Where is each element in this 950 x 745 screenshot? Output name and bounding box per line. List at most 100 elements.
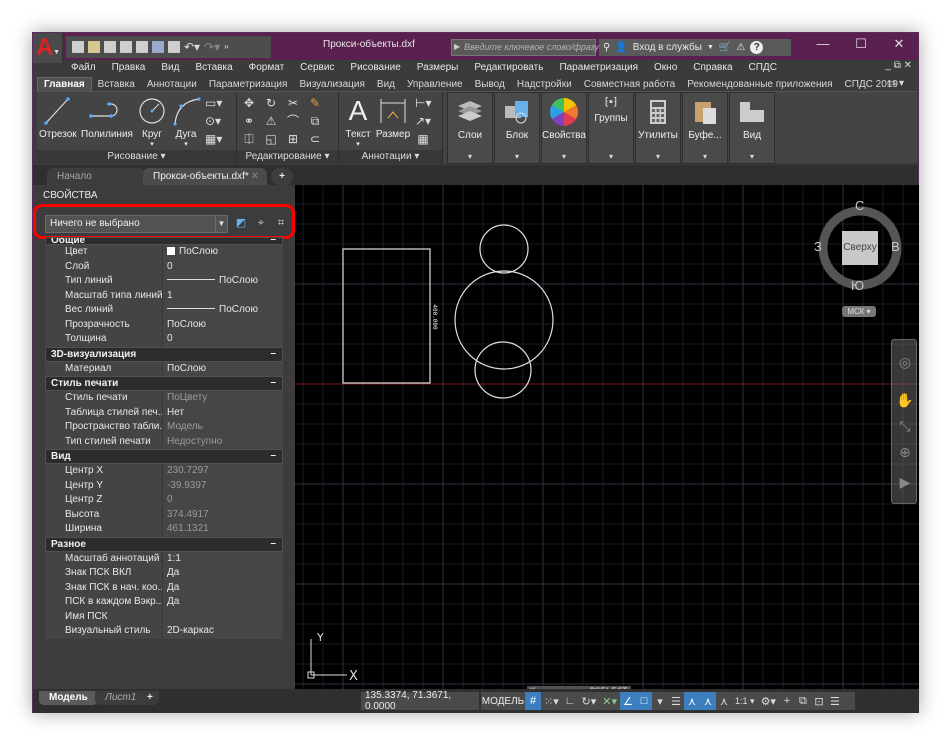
groups-panel[interactable]: ⁅▪⁆ Группы ▾ xyxy=(588,92,634,164)
menu-tools[interactable]: Сервис xyxy=(292,62,342,73)
menu-spds[interactable]: СПДС xyxy=(741,62,785,73)
menu-file[interactable]: Файл xyxy=(63,62,104,73)
object-snap-icon[interactable]: □ xyxy=(636,692,653,710)
autodesk-a360-icon[interactable]: ⚠ xyxy=(736,42,745,53)
save-web-icon[interactable] xyxy=(152,41,164,53)
property-row[interactable]: Вес линий ПоСлою xyxy=(45,303,283,318)
property-row[interactable]: Визуальный стиль 2D-каркас xyxy=(45,624,283,639)
ribbon-tab-insert[interactable]: Вставка xyxy=(92,78,141,91)
customize-menu-icon[interactable]: ☰ xyxy=(827,692,843,710)
hatch-icon[interactable]: ▦▾ xyxy=(205,132,222,146)
stretch-icon[interactable]: ⎅ xyxy=(241,132,257,146)
ortho-icon[interactable]: ∟ xyxy=(562,692,579,710)
menu-insert[interactable]: Вставка xyxy=(187,62,240,73)
menu-modify[interactable]: Редактировать xyxy=(466,62,551,73)
annotation-visibility-icon[interactable]: ⋏ xyxy=(684,692,701,710)
grid-toggle-icon[interactable]: # xyxy=(525,692,541,710)
viewcube-north[interactable]: С xyxy=(855,198,864,213)
drawing-area[interactable]: 400.000 Y X С З В Ю Сверху МСК ▾ ◎ ✋ ⤡ ⊕… xyxy=(295,185,919,689)
property-row[interactable]: ПСК в каждом Вэкр... Да xyxy=(45,595,283,610)
lineweight-icon[interactable]: ☰ xyxy=(668,692,684,710)
help-icon[interactable]: ? xyxy=(750,41,764,54)
dimension-tool[interactable]: Размер xyxy=(375,96,411,140)
property-row[interactable]: Центр X 230.7297 xyxy=(45,464,283,479)
scale-icon[interactable]: ◱ xyxy=(263,132,279,146)
rectangle-icon[interactable]: ▭▾ xyxy=(205,96,222,110)
property-row[interactable]: Масштаб типа линий 1 xyxy=(45,288,283,303)
property-row[interactable]: Имя ПСК xyxy=(45,609,283,624)
pan-icon[interactable]: ✋ xyxy=(892,392,918,409)
trim-icon[interactable]: ✂ xyxy=(285,96,301,110)
steering-wheel-icon[interactable]: ◎ xyxy=(892,354,918,371)
property-row[interactable]: Материал ПоСлою xyxy=(45,361,283,376)
ribbon-tab-view[interactable]: Вид xyxy=(371,78,401,91)
polar-tracking-icon[interactable]: ↻▾ xyxy=(579,692,600,710)
modify-panel-title[interactable]: Редактирование ▾ xyxy=(237,150,338,164)
property-row[interactable]: Знак ПСК ВКЛ Да xyxy=(45,566,283,581)
property-row[interactable]: Цвет ПоСлою xyxy=(45,245,283,260)
user-icon[interactable]: 👤 xyxy=(615,42,627,53)
open-web-icon[interactable] xyxy=(136,41,148,53)
erase-icon[interactable]: ✎ xyxy=(307,96,323,110)
property-row[interactable]: Тип стилей печати Недоступно xyxy=(45,434,283,449)
leader-icon[interactable]: ↗▾ xyxy=(415,114,431,128)
ribbon-tab-manage[interactable]: Управление xyxy=(401,78,469,91)
layout-tab-sheet1[interactable]: Лист1 xyxy=(95,691,147,705)
menu-parametric[interactable]: Параметризация xyxy=(551,62,646,73)
snap-icon[interactable]: ⁙▾ xyxy=(541,692,562,710)
file-tab-start[interactable]: Начало xyxy=(47,168,145,185)
draw-panel-title[interactable]: Рисование ▾ xyxy=(37,150,236,164)
offset-icon[interactable]: ⊂ xyxy=(307,132,323,146)
undo-icon[interactable]: ↶▾ xyxy=(184,41,200,53)
linear-dim-icon[interactable]: ⊢▾ xyxy=(415,96,431,110)
menu-dimension[interactable]: Размеры xyxy=(409,62,467,73)
isodraft-icon[interactable]: ✕▾ xyxy=(599,692,620,710)
annotation-panel-title[interactable]: Аннотации ▾ xyxy=(339,150,442,164)
isolate-objects-icon[interactable]: ⧉ xyxy=(795,692,811,710)
property-row[interactable]: Масштаб аннотаций 1:1 xyxy=(45,551,283,566)
ellipse-icon[interactable]: ⊙▾ xyxy=(205,114,221,128)
clean-screen-icon[interactable]: ⊡ xyxy=(811,692,827,710)
section-general[interactable]: Общие – xyxy=(45,237,283,245)
ribbon-tab-output[interactable]: Вывод xyxy=(469,78,511,91)
menu-draw[interactable]: Рисование xyxy=(342,62,408,73)
mirror-icon[interactable]: ⚠ xyxy=(263,114,279,128)
menu-view[interactable]: Вид xyxy=(153,62,187,73)
property-row[interactable]: Таблица стилей печ... Нет xyxy=(45,405,283,420)
add-layout-button[interactable]: + xyxy=(141,691,159,705)
section-view[interactable]: Вид – xyxy=(45,449,283,464)
layers-panel[interactable]: Слои ▾ xyxy=(447,92,493,164)
document-window-controls[interactable]: _ ⧉ ✕ xyxy=(885,60,912,71)
maximize-button[interactable]: ☐ xyxy=(842,33,880,57)
arc-tool[interactable]: Дуга ▾ xyxy=(171,96,201,148)
signin-button[interactable]: Вход в службы xyxy=(633,42,702,53)
text-tool[interactable]: A Текст ▾ xyxy=(343,96,373,149)
workspace-gear-icon[interactable]: ⚙▾ xyxy=(758,692,779,710)
property-row[interactable]: Стиль печати ПоЦвету xyxy=(45,391,283,406)
property-row[interactable]: Знак ПСК в нач. коо... Да xyxy=(45,580,283,595)
close-tab-icon[interactable]: ✕ xyxy=(251,168,259,185)
property-row[interactable]: Высота 374.4917 xyxy=(45,507,283,522)
showmotion-icon[interactable]: ▶ xyxy=(892,474,918,491)
property-row[interactable]: Центр Z0 xyxy=(45,493,283,508)
zoom-icon[interactable]: ⤡ xyxy=(892,418,918,435)
more-icon[interactable]: » xyxy=(224,41,228,53)
model-space-toggle[interactable]: МОДЕЛЬ xyxy=(481,692,525,710)
cart-icon[interactable]: 🛒 xyxy=(719,42,731,53)
coordinates-display[interactable]: 135.3374, 71.3671, 0.0000 xyxy=(361,690,479,712)
ribbon-tab-annotate[interactable]: Аннотации xyxy=(141,78,203,91)
search-box[interactable]: ▶ Введите ключевое слово/фразу xyxy=(451,39,599,56)
clipboard-panel[interactable]: Буфе... ▾ xyxy=(682,92,728,164)
rotate-icon[interactable]: ↻ xyxy=(263,96,279,110)
viewcube-south[interactable]: Ю xyxy=(851,278,864,293)
section-plot-style[interactable]: Стиль печати – xyxy=(45,376,283,391)
property-row[interactable]: Ширина 461.1321 xyxy=(45,522,283,537)
property-row[interactable]: Тип линий ПоСлою xyxy=(45,274,283,289)
wcs-menu[interactable]: МСК ▾ xyxy=(842,306,876,317)
utilities-panel[interactable]: Утилиты ▾ xyxy=(635,92,681,164)
section-3d-visualization[interactable]: 3D-визуализация – xyxy=(45,346,283,362)
menu-format[interactable]: Формат xyxy=(241,62,293,73)
move-icon[interactable]: ✥ xyxy=(241,96,257,110)
menu-help[interactable]: Справка xyxy=(685,62,740,73)
annotation-monitor-icon[interactable]: ⋏ xyxy=(716,692,732,710)
